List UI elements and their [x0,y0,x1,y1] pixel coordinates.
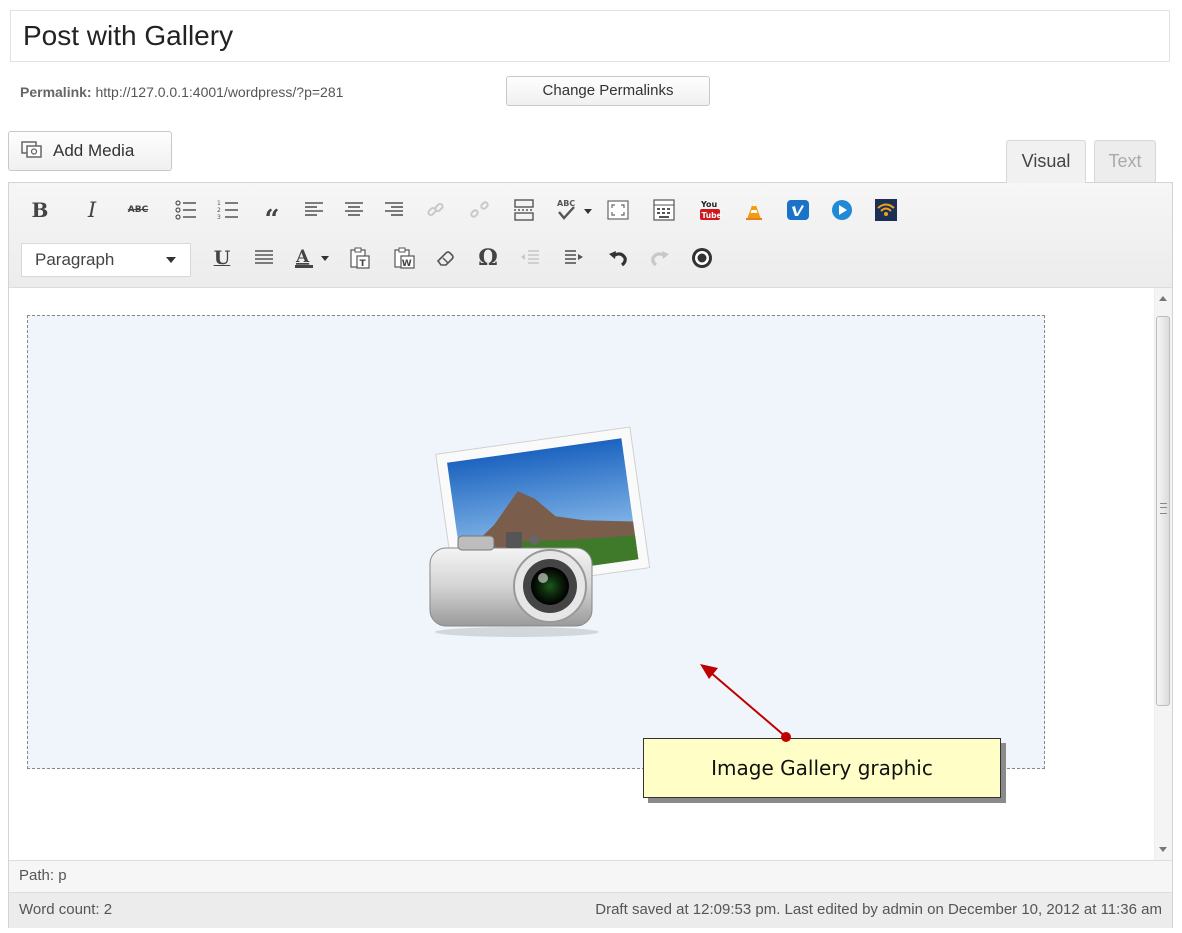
svg-text:T: T [360,259,367,269]
svg-text:Tube: Tube [702,211,722,220]
align-left-icon[interactable] [299,195,329,225]
bullet-list-icon[interactable] [171,195,201,225]
fullscreen-icon[interactable] [603,195,633,225]
insert-more-icon[interactable] [509,195,539,225]
undo-icon[interactable] [603,243,633,273]
status-bar: Word count: 2 Draft saved at 12:09:53 pm… [9,892,1172,928]
permalink-url[interactable]: http://127.0.0.1:4001/wordpress/?p=281 [95,84,343,100]
text-color-icon[interactable]: A [291,243,337,273]
scroll-down-icon[interactable] [1159,847,1167,852]
tab-text[interactable]: Text [1094,140,1156,182]
post-title-input[interactable]: Post with Gallery [10,10,1170,62]
outdent-icon[interactable] [515,243,545,273]
insert-link-icon[interactable] [421,195,451,225]
scrollbar-thumb[interactable] [1156,316,1170,706]
svg-text:You: You [700,200,718,209]
redo-icon[interactable] [645,243,675,273]
justify-icon[interactable] [249,243,279,273]
permalink-row: Permalink: http://127.0.0.1:4001/wordpre… [20,78,343,106]
add-media-icon [21,135,43,158]
underline-icon[interactable]: U [207,243,237,273]
change-permalinks-button[interactable]: Change Permalinks [506,76,710,106]
kitchen-sink-icon[interactable] [649,195,679,225]
special-character-icon[interactable]: Ω [473,243,503,273]
format-select[interactable]: Paragraph [21,243,191,277]
bold-icon[interactable]: B [25,195,55,225]
gallery-camera-icon [429,426,651,637]
editor-scrollbar[interactable] [1154,288,1172,860]
media-play-icon[interactable] [827,195,857,225]
add-media-button[interactable]: Add Media [8,131,172,171]
vimeo-icon[interactable] [783,195,813,225]
numbered-list-icon[interactable]: 123 [213,195,243,225]
svg-text:ABC: ABC [557,199,575,208]
vlc-icon[interactable] [739,195,769,225]
annotation-callout: Image Gallery graphic [643,738,1001,798]
svg-text:3: 3 [217,214,221,221]
strikethrough-icon[interactable]: ABC [123,195,153,225]
tab-visual[interactable]: Visual [1006,140,1086,183]
blockquote-icon[interactable]: “ [257,195,287,235]
permalink-label: Permalink: [20,84,92,100]
grip-icon [1160,503,1167,514]
editor-toolbar: B I ABC 123 “ ABC You Tube Paragraph U A… [9,183,1172,288]
align-center-icon[interactable] [339,195,369,225]
indent-icon[interactable] [559,243,589,273]
svg-text:W: W [402,259,412,269]
wifi-icon[interactable] [871,195,901,225]
add-media-label: Add Media [53,141,135,160]
paste-text-icon[interactable]: T [345,243,375,273]
spellcheck-icon[interactable]: ABC [553,195,597,225]
clear-formatting-icon[interactable] [431,243,461,273]
italic-icon[interactable]: I [77,195,107,225]
svg-text:2: 2 [217,207,221,214]
remove-link-icon[interactable] [465,195,495,225]
youtube-icon[interactable]: You Tube [695,195,725,225]
format-select-value: Paragraph [35,250,115,269]
align-right-icon[interactable] [379,195,409,225]
editor: B I ABC 123 “ ABC You Tube Paragraph U A… [8,182,1173,928]
svg-text:A: A [295,247,310,267]
scroll-up-icon[interactable] [1159,296,1167,301]
word-count: Word count: 2 [19,901,113,918]
chevron-down-icon [166,257,176,263]
path-bar: Path: p [9,860,1172,892]
paste-word-icon[interactable]: W [389,243,419,273]
help-icon[interactable] [687,243,717,273]
draft-saved-info: Draft saved at 12:09:53 pm. Last edited … [595,901,1162,918]
svg-text:1: 1 [217,200,221,207]
path-label: Path: p [19,867,67,884]
gallery-placeholder[interactable] [27,315,1045,769]
